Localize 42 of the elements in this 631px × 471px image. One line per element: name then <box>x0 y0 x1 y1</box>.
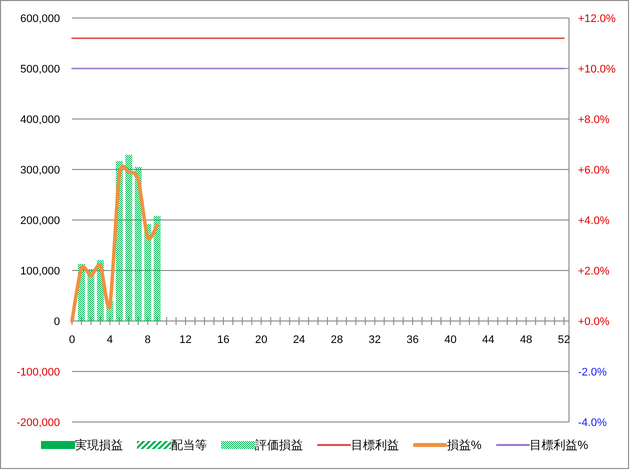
axis-label: 500,000 <box>20 64 60 76</box>
axis-label: +2.0% <box>578 266 610 278</box>
axis-label: 8 <box>144 334 151 346</box>
legend-swatch-icon <box>40 441 75 449</box>
axis-label: 0 <box>68 334 76 346</box>
axis-label: 300,000 <box>20 164 60 176</box>
axis-label: +6.0% <box>578 164 610 176</box>
axis-label: 36 <box>406 334 419 346</box>
axis-label: 20 <box>255 334 268 346</box>
legend-label: 実現損益 <box>74 437 123 454</box>
legend-label: 評価損益 <box>254 437 303 454</box>
axis-label: 12 <box>179 334 192 346</box>
axis-label: 4 <box>106 334 113 346</box>
axis-label: 600,000 <box>20 13 60 25</box>
axis-label: -2.0% <box>578 366 607 378</box>
axis-label: 52 <box>558 334 570 346</box>
axis-label: 44 <box>482 334 494 346</box>
legend-swatch-icon <box>412 443 447 447</box>
legend-label: 損益% <box>446 437 482 454</box>
axis-label: +12.0% <box>578 13 616 25</box>
legend-swatch-icon <box>136 441 171 449</box>
axis-label: 28 <box>330 334 344 346</box>
axis-label: +10.0% <box>578 64 616 76</box>
legend-swatch-icon <box>220 441 255 449</box>
axis-label: +4.0% <box>578 215 610 227</box>
axis-label: +8.0% <box>578 114 610 126</box>
legend-label: 目標利益 <box>350 437 399 454</box>
axis-label: -200,000 <box>16 417 60 429</box>
axis-label: 16 <box>217 334 230 346</box>
axis-label: 48 <box>520 334 532 346</box>
axis-label: +0.0% <box>578 316 610 328</box>
axis-label: -4.0% <box>578 417 607 429</box>
axis-label: 32 <box>368 334 381 346</box>
axis-label: 40 <box>444 334 457 346</box>
axis-label: 0 <box>54 316 60 328</box>
legend-label: 配当等 <box>170 437 207 454</box>
axis-label: 200,000 <box>20 215 60 227</box>
axis-label: -100,000 <box>16 366 60 378</box>
axis-label: 24 <box>292 334 306 346</box>
axis-label: 100,000 <box>20 266 60 278</box>
legend-label: 目標利益% <box>530 437 588 454</box>
axis-label: 400,000 <box>20 114 60 126</box>
